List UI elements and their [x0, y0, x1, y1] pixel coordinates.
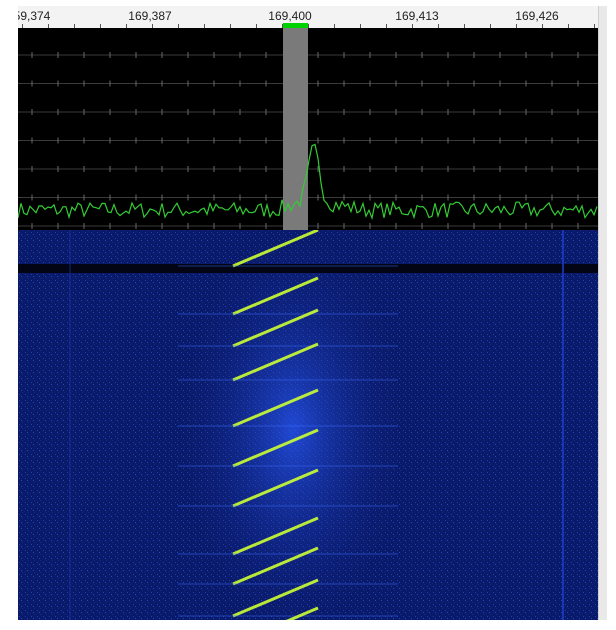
freq-label-5: 169,426 — [515, 9, 559, 23]
freq-label-3: 169,400 — [268, 9, 312, 23]
waterfall-display[interactable] — [18, 230, 598, 620]
frequency-ruler[interactable]: 59,374 169,387 169,400 169,413 169,426 — [18, 6, 598, 29]
freq-label-1: 59,374 — [18, 9, 51, 23]
spectrum-display[interactable] — [18, 28, 598, 230]
waterfall-gap — [18, 264, 598, 273]
sdr-receiver-window: 59,374 169,387 169,400 169,413 169,426 — [0, 0, 616, 630]
freq-label-4: 169,413 — [395, 9, 439, 23]
passband-filter[interactable] — [283, 28, 308, 230]
window-right-edge — [598, 6, 607, 620]
freq-label-2: 169,387 — [128, 9, 172, 23]
waterfall-plot — [18, 230, 598, 620]
spectrum-plot — [18, 28, 598, 230]
